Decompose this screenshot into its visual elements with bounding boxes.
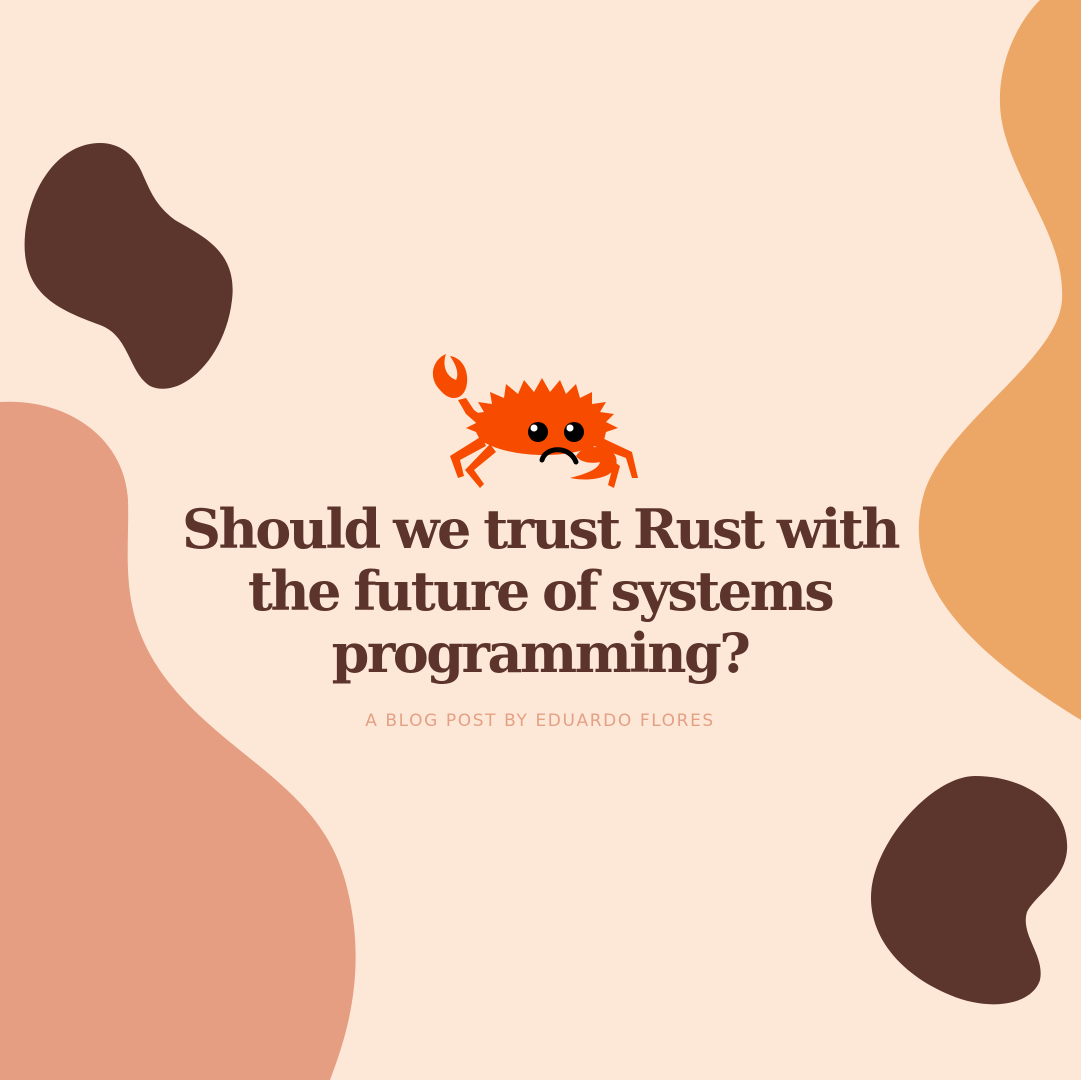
orange-blob [918, 0, 1081, 720]
dark-brown-blob-bottom-right [870, 776, 1068, 1005]
ferris-crab-icon [432, 354, 638, 488]
post-title: Should we trust Rust with the future of … [140, 498, 940, 684]
post-title-line-1: Should we trust Rust with [181, 497, 901, 561]
author-byline: A BLOG POST BY EDUARDO FLORES [365, 711, 715, 731]
post-title-line-3: programming? [331, 621, 751, 685]
dark-brown-blob-top-left [24, 143, 233, 389]
blog-post-cover: Should we trust Rust with the future of … [0, 0, 1081, 1080]
post-title-line-2: the future of systems [247, 559, 835, 623]
